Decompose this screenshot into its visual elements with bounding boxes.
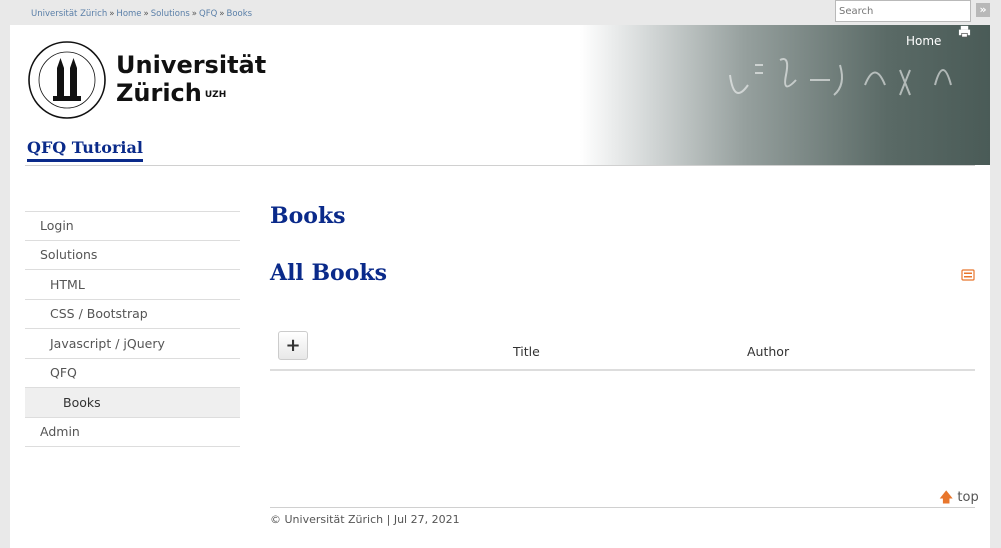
top-bar: Universität Zürich» Home» Solutions» QFQ» Bo… xyxy=(0,0,1001,25)
form-edit-icon[interactable] xyxy=(961,268,975,282)
back-to-top-link[interactable]: 🡅 top xyxy=(939,490,979,505)
breadcrumb-separator: » xyxy=(143,9,149,19)
page-container: Home Universität Zürich UZH QFQ Tutorial … xyxy=(10,25,990,548)
sidebar-item-css-bootstrap[interactable]: CSS / Bootstrap xyxy=(25,300,240,329)
search-input[interactable] xyxy=(835,0,971,22)
arrow-up-icon: 🡅 xyxy=(939,489,954,506)
section-title: All Books xyxy=(270,260,388,286)
footer-text: © Universität Zürich | Jul 27, 2021 xyxy=(270,513,460,526)
table-header-divider xyxy=(270,369,975,371)
sidebar-item-books[interactable]: Books xyxy=(25,388,240,418)
breadcrumb-link-home[interactable]: Home xyxy=(116,9,141,19)
university-name-line2: Zürich xyxy=(116,79,202,107)
sidebar-item-javascript-jquery[interactable]: Javascript / jQuery xyxy=(25,329,240,359)
page-title: Books xyxy=(270,203,346,229)
sidebar-item-login[interactable]: Login xyxy=(25,211,240,241)
back-to-top-label: top xyxy=(957,490,979,505)
breadcrumb: Universität Zürich» Home» Solutions» QFQ» Bo… xyxy=(31,9,252,19)
column-header-title[interactable]: Title xyxy=(513,344,540,359)
university-wordmark[interactable]: Universität Zürich UZH xyxy=(116,51,266,107)
university-seal-logo[interactable] xyxy=(27,40,107,120)
sidebar-item-html[interactable]: HTML xyxy=(25,270,240,300)
breadcrumb-link-books[interactable]: Books xyxy=(226,9,252,19)
breadcrumb-link-universitat[interactable]: Universität Zürich xyxy=(31,9,107,19)
site-title[interactable]: QFQ Tutorial xyxy=(27,138,143,162)
header-home-link[interactable]: Home xyxy=(906,34,941,48)
university-abbr: UZH xyxy=(204,90,227,100)
sidebar-item-qfq[interactable]: QFQ xyxy=(25,359,240,388)
breadcrumb-separator: » xyxy=(109,9,115,19)
search-submit-button[interactable]: » xyxy=(976,3,990,17)
header-banner-image: Home xyxy=(580,25,990,165)
print-icon[interactable] xyxy=(958,25,971,38)
add-record-button[interactable]: + xyxy=(278,331,308,360)
breadcrumb-separator: » xyxy=(219,9,225,19)
column-header-author[interactable]: Author xyxy=(747,344,789,359)
university-name-line1: Universität xyxy=(116,51,267,79)
sidebar-item-admin[interactable]: Admin xyxy=(25,418,240,447)
breadcrumb-separator: » xyxy=(191,9,197,19)
breadcrumb-link-solutions[interactable]: Solutions xyxy=(151,9,190,19)
sidebar-nav: Login Solutions HTML CSS / Bootstrap Jav… xyxy=(25,211,240,447)
footer-divider xyxy=(270,507,975,508)
breadcrumb-link-qfq[interactable]: QFQ xyxy=(199,9,217,19)
header-divider xyxy=(25,165,975,166)
sidebar-item-solutions[interactable]: Solutions xyxy=(25,241,240,270)
